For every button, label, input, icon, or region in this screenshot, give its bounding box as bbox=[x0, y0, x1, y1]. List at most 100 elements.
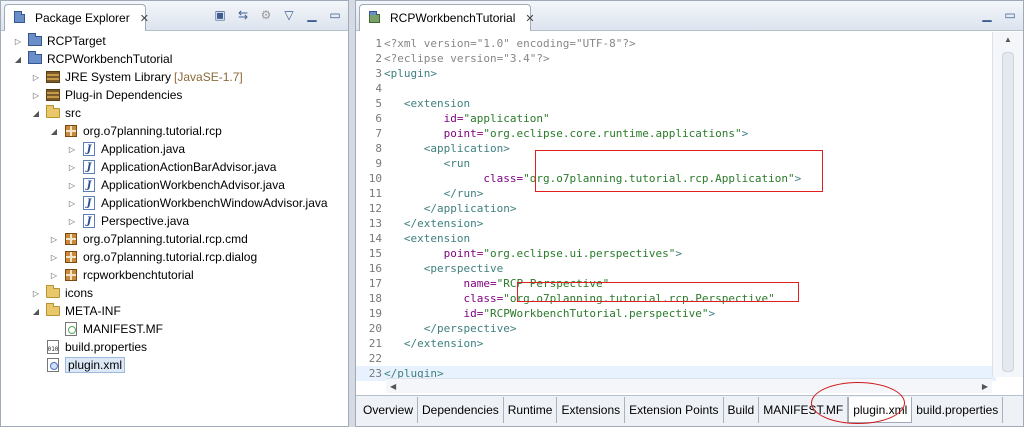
editor-page-tab[interactable]: Overview bbox=[359, 397, 419, 423]
tree-item[interactable]: ◢ org.o7planning.tutorial.rcp bbox=[49, 122, 222, 140]
scroll-thumb[interactable] bbox=[1002, 52, 1014, 372]
expand-icon[interactable]: ▷ bbox=[49, 235, 59, 244]
expand-icon[interactable]: ▷ bbox=[13, 37, 23, 46]
tree-item[interactable]: ▷ JRE System Library [JavaSE-1.7] bbox=[31, 68, 243, 86]
code-line[interactable]: 3 <plugin> bbox=[356, 66, 996, 81]
tree-item-label: org.o7planning.tutorial.rcp.dialog bbox=[83, 250, 258, 264]
code-line[interactable]: 13 </extension> bbox=[356, 216, 996, 231]
java-file-icon: J bbox=[81, 177, 97, 193]
editor-page-tab[interactable]: Extension Points bbox=[625, 397, 724, 423]
code-line[interactable]: 19 id= "RCPWorkbenchTutorial.perspective"… bbox=[356, 306, 996, 321]
code-line[interactable]: 18 class= "org.o7planning.tutorial.rcp.Pe… bbox=[356, 291, 996, 306]
expand-icon[interactable]: ▷ bbox=[31, 73, 41, 82]
expand-icon[interactable]: ▷ bbox=[31, 289, 41, 298]
maximize-icon[interactable]: ▭ bbox=[1003, 8, 1017, 22]
code-line[interactable]: 22 bbox=[356, 351, 996, 366]
code-line[interactable]: 21 </extension> bbox=[356, 336, 996, 351]
tree-item[interactable]: ▷ J ApplicationWorkbenchAdvisor.java bbox=[67, 176, 285, 194]
close-icon[interactable]: ✕ bbox=[140, 12, 149, 25]
tree-item[interactable]: ▷ rcpworkbenchtutorial bbox=[49, 266, 194, 284]
code-line[interactable]: 1 <?xml version="1.0" encoding="UTF-8"?> bbox=[356, 36, 996, 51]
tree-item[interactable]: ▷ J ApplicationActionBarAdvisor.java bbox=[67, 158, 276, 176]
code-line[interactable]: 5 <extension bbox=[356, 96, 996, 111]
filter-icon[interactable]: ⚙ bbox=[259, 8, 273, 22]
code-line[interactable]: 14 <extension bbox=[356, 231, 996, 246]
collapse-icon[interactable]: ◢ bbox=[49, 127, 59, 136]
expand-icon[interactable]: ▷ bbox=[49, 253, 59, 262]
tree-item[interactable]: plugin.xml bbox=[31, 356, 126, 374]
tree-item[interactable]: 010 build.properties bbox=[31, 338, 147, 356]
code-line[interactable]: 2 <?eclipse version="3.4"?> bbox=[356, 51, 996, 66]
tree-item[interactable]: ▷ J Application.java bbox=[67, 140, 185, 158]
tree-item[interactable]: ▷ RCPTarget bbox=[13, 32, 106, 50]
scroll-right-icon[interactable]: ▶ bbox=[982, 382, 988, 391]
tree-item[interactable]: ▷ Plug-in Dependencies bbox=[31, 86, 183, 104]
scroll-left-icon[interactable]: ◀ bbox=[390, 382, 396, 391]
editor-page-tab[interactable]: plugin.xml bbox=[848, 397, 913, 423]
tree-item[interactable]: ▷ J ApplicationWorkbenchWindowAdvisor.java bbox=[67, 194, 328, 212]
editor-page-tab[interactable]: Dependencies bbox=[418, 397, 504, 423]
editor-page-tab[interactable]: Build bbox=[724, 397, 760, 423]
code-line[interactable]: 15 point= "org.eclipse.ui.perspectives" > bbox=[356, 246, 996, 261]
minimize-icon[interactable]: ▁ bbox=[305, 8, 319, 22]
expand-icon[interactable]: ▷ bbox=[67, 145, 77, 154]
editor-page-tab[interactable]: Extensions bbox=[557, 397, 626, 423]
line-number: 6 bbox=[375, 112, 382, 125]
link-with-editor-icon[interactable]: ⇆ bbox=[236, 8, 250, 22]
code-line[interactable]: 10 class= "org.o7planning.tutorial.rcp.Ap… bbox=[356, 171, 996, 186]
tree-item[interactable]: MANIFEST.MF bbox=[49, 320, 163, 338]
folder-icon bbox=[45, 303, 61, 319]
code-line[interactable]: 17 name= "RCP Perspective" bbox=[356, 276, 996, 291]
view-menu-icon[interactable]: ▽ bbox=[282, 8, 296, 22]
code-line[interactable]: 7 point= "org.eclipse.core.runtime.applic… bbox=[356, 126, 996, 141]
java-file-icon: J bbox=[81, 159, 97, 175]
code-line[interactable]: 20 </perspective> bbox=[356, 321, 996, 336]
collapse-icon[interactable]: ◢ bbox=[31, 307, 41, 316]
editor-page-tab[interactable]: MANIFEST.MF bbox=[759, 397, 849, 423]
expand-icon[interactable]: ▷ bbox=[67, 163, 77, 172]
vertical-scrollbar[interactable]: ▲ bbox=[992, 32, 1023, 377]
code-line[interactable]: 6 id= "application" bbox=[356, 111, 996, 126]
code-token: </perspective> bbox=[423, 322, 517, 335]
source-editor[interactable]: 1 <?xml version="1.0" encoding="UTF-8"?> 2… bbox=[356, 32, 996, 381]
collapse-icon[interactable]: ◢ bbox=[31, 109, 41, 118]
tree-item-label: build.properties bbox=[65, 340, 148, 354]
collapse-icon[interactable]: ◢ bbox=[13, 55, 23, 64]
minimize-icon[interactable]: ▁ bbox=[980, 8, 994, 22]
scroll-up-icon[interactable]: ▲ bbox=[1004, 35, 1012, 44]
expand-icon[interactable]: ▷ bbox=[67, 217, 77, 226]
maximize-icon[interactable]: ▭ bbox=[328, 8, 342, 22]
line-number: 22 bbox=[368, 352, 382, 365]
code-line[interactable]: 8 <application> bbox=[356, 141, 996, 156]
tree-item[interactable]: ▷ org.o7planning.tutorial.rcp.cmd bbox=[49, 230, 248, 248]
tree-item-label: org.o7planning.tutorial.rcp.cmd bbox=[83, 232, 248, 246]
editor-page-tab[interactable]: build.properties bbox=[912, 397, 1004, 423]
tab-package-explorer[interactable]: Package Explorer ✕ bbox=[4, 4, 149, 31]
tree-item[interactable]: ▷ icons bbox=[31, 284, 93, 302]
tree-item[interactable]: ▷ org.o7planning.tutorial.rcp.dialog bbox=[49, 248, 257, 266]
tree-item[interactable]: ◢ src bbox=[31, 104, 81, 122]
expand-icon[interactable]: ▷ bbox=[67, 181, 77, 190]
tree-item[interactable]: ▷ J Perspective.java bbox=[67, 212, 189, 230]
expand-icon[interactable]: ▷ bbox=[31, 91, 41, 100]
horizontal-scrollbar[interactable]: ◀ ▶ bbox=[386, 378, 992, 393]
expand-icon[interactable]: ▷ bbox=[49, 271, 59, 280]
tree-item-label: ApplicationActionBarAdvisor.java bbox=[101, 160, 277, 174]
tree-item[interactable]: ◢ RCPWorkbenchTutorial bbox=[13, 50, 172, 68]
package-icon bbox=[63, 231, 79, 247]
code-line[interactable]: 4 bbox=[356, 81, 996, 96]
close-icon[interactable]: ✕ bbox=[525, 12, 534, 25]
line-number: 23 bbox=[368, 367, 382, 380]
code-line[interactable]: 9 <run bbox=[356, 156, 996, 171]
code-line[interactable]: 11 </run> bbox=[356, 186, 996, 201]
tab-editor[interactable]: RCPWorkbenchTutorial ✕ bbox=[359, 4, 535, 31]
collapse-all-icon[interactable]: ▣ bbox=[213, 8, 227, 22]
code-line[interactable]: 16 <perspective bbox=[356, 261, 996, 276]
code-line[interactable]: 12 </application> bbox=[356, 201, 996, 216]
tree-item[interactable]: ◢ META-INF bbox=[31, 302, 121, 320]
expand-icon[interactable]: ▷ bbox=[67, 199, 77, 208]
code-token: </extension> bbox=[403, 217, 484, 230]
editor-page-tab[interactable]: Runtime bbox=[504, 397, 558, 423]
code-token: <perspective bbox=[423, 262, 504, 275]
